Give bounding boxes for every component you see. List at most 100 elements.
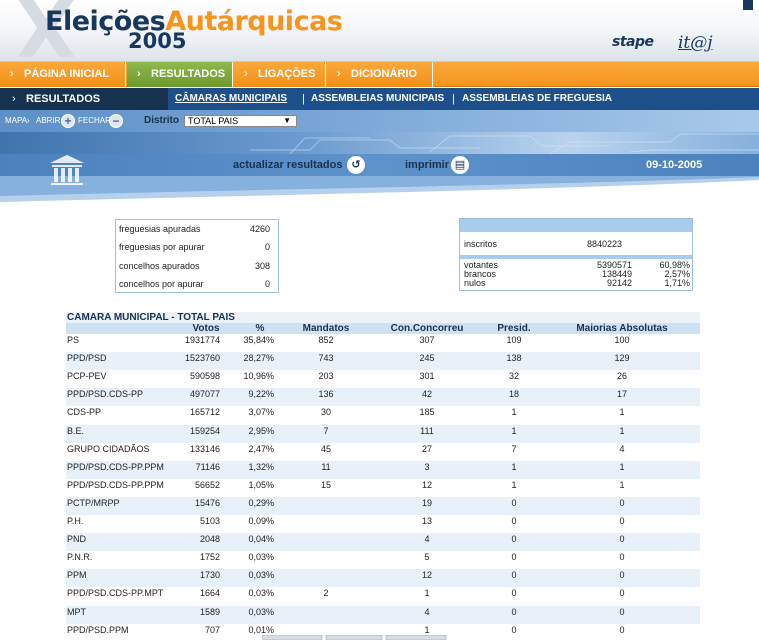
col-header-maiorias-absolutas: Maiorias Absolutas [576, 323, 668, 334]
cell-mandatos: 30 [320, 407, 331, 418]
summary-label: concelhos apurados [119, 261, 200, 271]
cell-concorreu: 27 [421, 443, 432, 454]
cell-concorreu: 111 [420, 425, 434, 436]
subnav-link-camaras-municipais[interactable]: CÂMARAS MUNICIPAIS [175, 88, 287, 110]
itij-logo[interactable]: it@j [678, 33, 713, 53]
cell-votos: 133146 [189, 443, 220, 454]
cell-party: PND [67, 534, 87, 545]
subnav-separator: | [302, 93, 305, 105]
cell-mandatos: 45 [320, 443, 331, 454]
cell-presid: 18 [508, 389, 519, 400]
nav-tab-ligacoes[interactable]: › LIGAÇÕES [234, 62, 326, 87]
col-header-presid: Presid. [497, 323, 531, 334]
cell-maiorias: 0 [619, 624, 625, 635]
nav-tab-label: RESULTADOS [151, 68, 226, 80]
site-header: X EleiçõesAutárquicas 2005 stape it@j [0, 0, 759, 70]
cell-maiorias: 0 [619, 606, 625, 617]
nav-tab-label: DICIONÁRIO [351, 68, 417, 80]
cell-votos: 497077 [189, 389, 220, 400]
corner-decoration [743, 0, 753, 10]
cell-presid: 138 [506, 353, 522, 364]
cell-mandatos: 15 [320, 479, 331, 490]
results-date: 09-10-2005 [646, 159, 703, 171]
col-header-con-concorreu: Con.Concorreu [390, 323, 464, 334]
refresh-icon[interactable]: ↺ [347, 156, 365, 174]
cell-pct: 2,95% [248, 425, 274, 436]
cell-votos: 1664 [199, 588, 220, 599]
cell-votos: 15476 [194, 497, 220, 508]
cell-votos: 1523760 [184, 353, 220, 364]
table-row: PCTP/MRPP 15476 0,29% 19 0 0 [66, 496, 700, 515]
cell-concorreu: 13 [421, 516, 432, 526]
stape-logo[interactable]: stape [612, 34, 654, 50]
distrito-select[interactable]: TOTAL PAIS ▼ [184, 115, 297, 127]
cell-pct: 28,27% [243, 353, 274, 364]
site-title-year: 2005 [128, 29, 187, 53]
cell-maiorias: 0 [619, 516, 625, 526]
cell-concorreu: 42 [421, 389, 432, 400]
cell-votos: 2048 [199, 534, 220, 545]
cell-pct: 1,05% [248, 479, 274, 490]
table-row: P.H. 5103 0,09% 13 0 0 [66, 515, 700, 533]
cell-mandatos: 743 [318, 353, 334, 364]
cell-pct: 0,03% [248, 606, 274, 617]
cell-maiorias: 0 [619, 534, 625, 545]
summary-row: concelhos apurados 308 [116, 258, 278, 276]
cell-presid: 109 [506, 335, 522, 345]
cell-pct: 2,47% [248, 443, 274, 454]
cell-presid: 1 [511, 425, 517, 436]
chevron-right-icon: › [10, 68, 14, 80]
inscritos-label: inscritos [464, 239, 498, 249]
printer-icon[interactable]: ▤ [451, 156, 469, 174]
cell-pct: 0,29% [248, 497, 274, 508]
cell-party: PPD/PSD.CDS-PP.PPM [67, 479, 164, 490]
table-row: PPD/PSD 1523760 28,27% 743 245 138 129 [66, 352, 700, 371]
cell-votos: 1931774 [184, 335, 220, 345]
cell-mandatos: 11 [321, 461, 331, 472]
print-link[interactable]: imprimir [405, 154, 449, 176]
cell-presid: 1 [511, 407, 517, 418]
plus-icon[interactable]: + [61, 114, 75, 128]
actions-bar-curve [0, 176, 759, 202]
table-row: PND 2048 0,04% 4 0 0 [66, 533, 700, 552]
cell-presid: 0 [511, 534, 517, 545]
cell-presid: 0 [511, 497, 517, 508]
chevron-right-icon: › [12, 93, 16, 105]
voters-label: nulos [464, 278, 486, 288]
cell-pct: 0,03% [248, 570, 274, 581]
subnav-link-assembleias-municipais[interactable]: ASSEMBLEIAS MUNICIPAIS [311, 88, 444, 110]
cell-party: CDS-PP [67, 407, 102, 418]
col-header-mandatos: Mandatos [302, 323, 350, 334]
summary-row: freguesias apuradas 4260 [116, 221, 278, 239]
cell-pct: 0,03% [248, 588, 274, 599]
cell-pct: 9,22% [248, 389, 274, 400]
update-results-link[interactable]: actualizar resultados [233, 154, 342, 176]
minus-icon[interactable]: − [109, 114, 123, 128]
building-pillars-icon [50, 155, 84, 185]
table-row: B.E. 159254 2,95% 7 111 1 1 [66, 424, 700, 443]
cell-party: PCTP/MRPP [67, 497, 120, 508]
cell-presid: 1 [511, 461, 517, 472]
site-title: EleiçõesAutárquicas [45, 8, 343, 35]
table-row: PPM 1730 0,03% 12 0 0 [66, 569, 700, 588]
cell-maiorias: 1 [619, 407, 625, 418]
cell-votos: 159254 [189, 425, 220, 436]
summary-row: freguesias por apurar 0 [116, 239, 278, 257]
nav-tab-pagina-inicial[interactable]: › PÁGINA INICIAL [0, 62, 126, 87]
cell-mandatos: 136 [318, 389, 334, 400]
results-table-title: CAMARA MUNICIPAL - TOTAL PAIS [66, 312, 700, 323]
subnav-link-assembleias-freguesia[interactable]: ASSEMBLEIAS DE FREGUESIA [462, 88, 612, 110]
cell-votos: 1730 [199, 570, 220, 581]
subnav-separator: | [452, 93, 455, 105]
chevron-right-icon: › [27, 116, 30, 125]
cell-maiorias: 17 [616, 389, 627, 400]
nav-tab-resultados[interactable]: › RESULTADOS [127, 62, 233, 87]
cell-concorreu: 307 [419, 335, 435, 345]
cell-presid: 7 [511, 443, 517, 454]
chevron-right-icon: › [137, 68, 141, 80]
voters-row: nulos 92142 1,71% [460, 278, 692, 288]
summary-value: 0 [264, 279, 270, 289]
cell-mandatos: 203 [318, 371, 334, 382]
nav-tab-dicionario[interactable]: › DICIONÁRIO [327, 62, 433, 87]
summary-label: freguesias por apurar [119, 242, 205, 252]
